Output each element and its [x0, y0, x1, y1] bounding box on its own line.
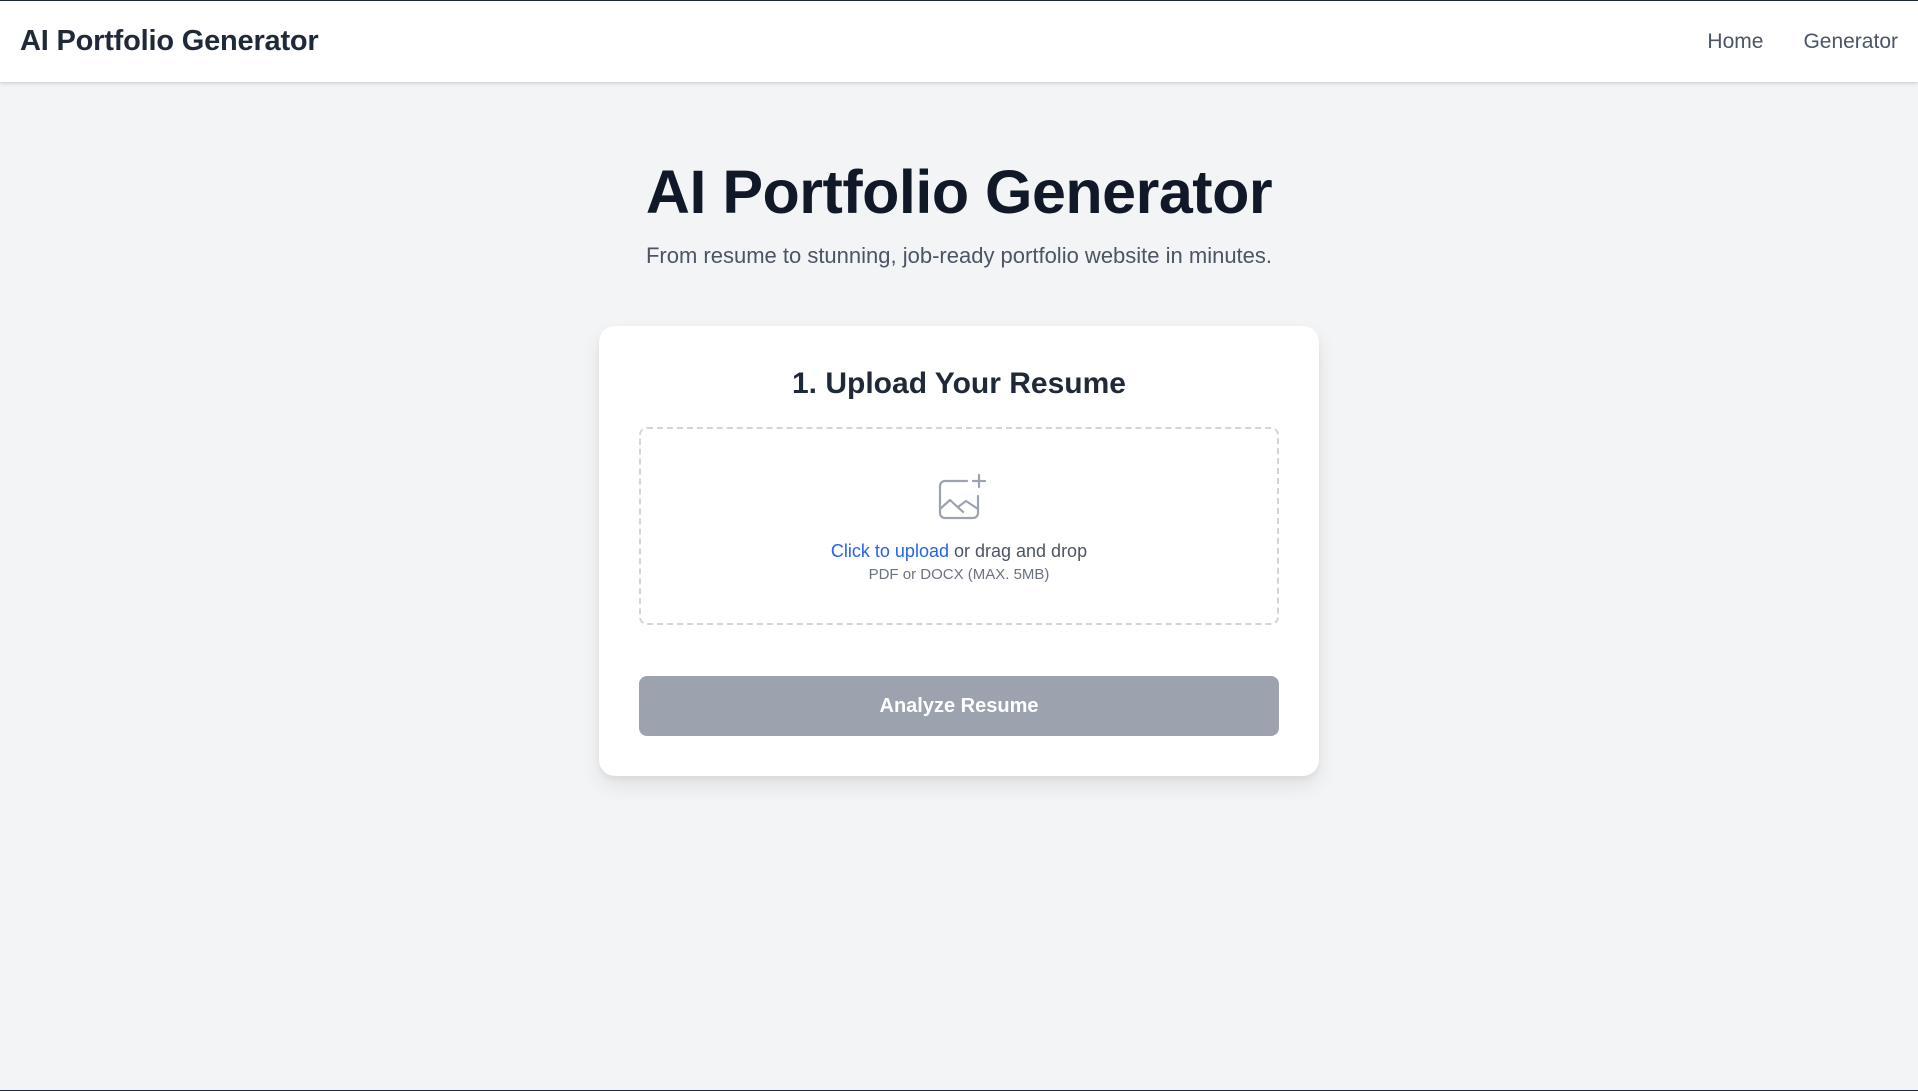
hero: AI Portfolio Generator From resume to st… — [0, 156, 1918, 270]
upload-instructions: Click to upload or drag and drop — [641, 541, 1277, 562]
image-add-icon — [938, 473, 987, 520]
nav-link-generator[interactable]: Generator — [1803, 30, 1898, 54]
page: AI Portfolio Generator Home Generator AI… — [0, 0, 1918, 1091]
upload-card-title: 1. Upload Your Resume — [792, 367, 1126, 400]
analyze-resume-button[interactable]: Analyze Resume — [639, 676, 1279, 736]
upload-card: 1. Upload Your Resume Click to upload or… — [599, 326, 1319, 776]
navbar: AI Portfolio Generator Home Generator — [0, 1, 1918, 82]
drag-drop-text: or drag and drop — [948, 541, 1088, 561]
page-title: AI Portfolio Generator — [645, 158, 1273, 226]
resume-dropzone[interactable]: Click to upload or drag and drop PDF or … — [639, 427, 1279, 625]
file-type-hint: PDF or DOCX (MAX. 5MB) — [868, 566, 1050, 583]
page-subtitle: From resume to stunning, job-ready portf… — [645, 243, 1273, 268]
click-to-upload-link[interactable]: Click to upload — [831, 541, 949, 561]
nav-links: Home Generator — [1707, 30, 1898, 54]
brand-title[interactable]: AI Portfolio Generator — [20, 25, 319, 58]
nav-link-home[interactable]: Home — [1707, 30, 1763, 54]
